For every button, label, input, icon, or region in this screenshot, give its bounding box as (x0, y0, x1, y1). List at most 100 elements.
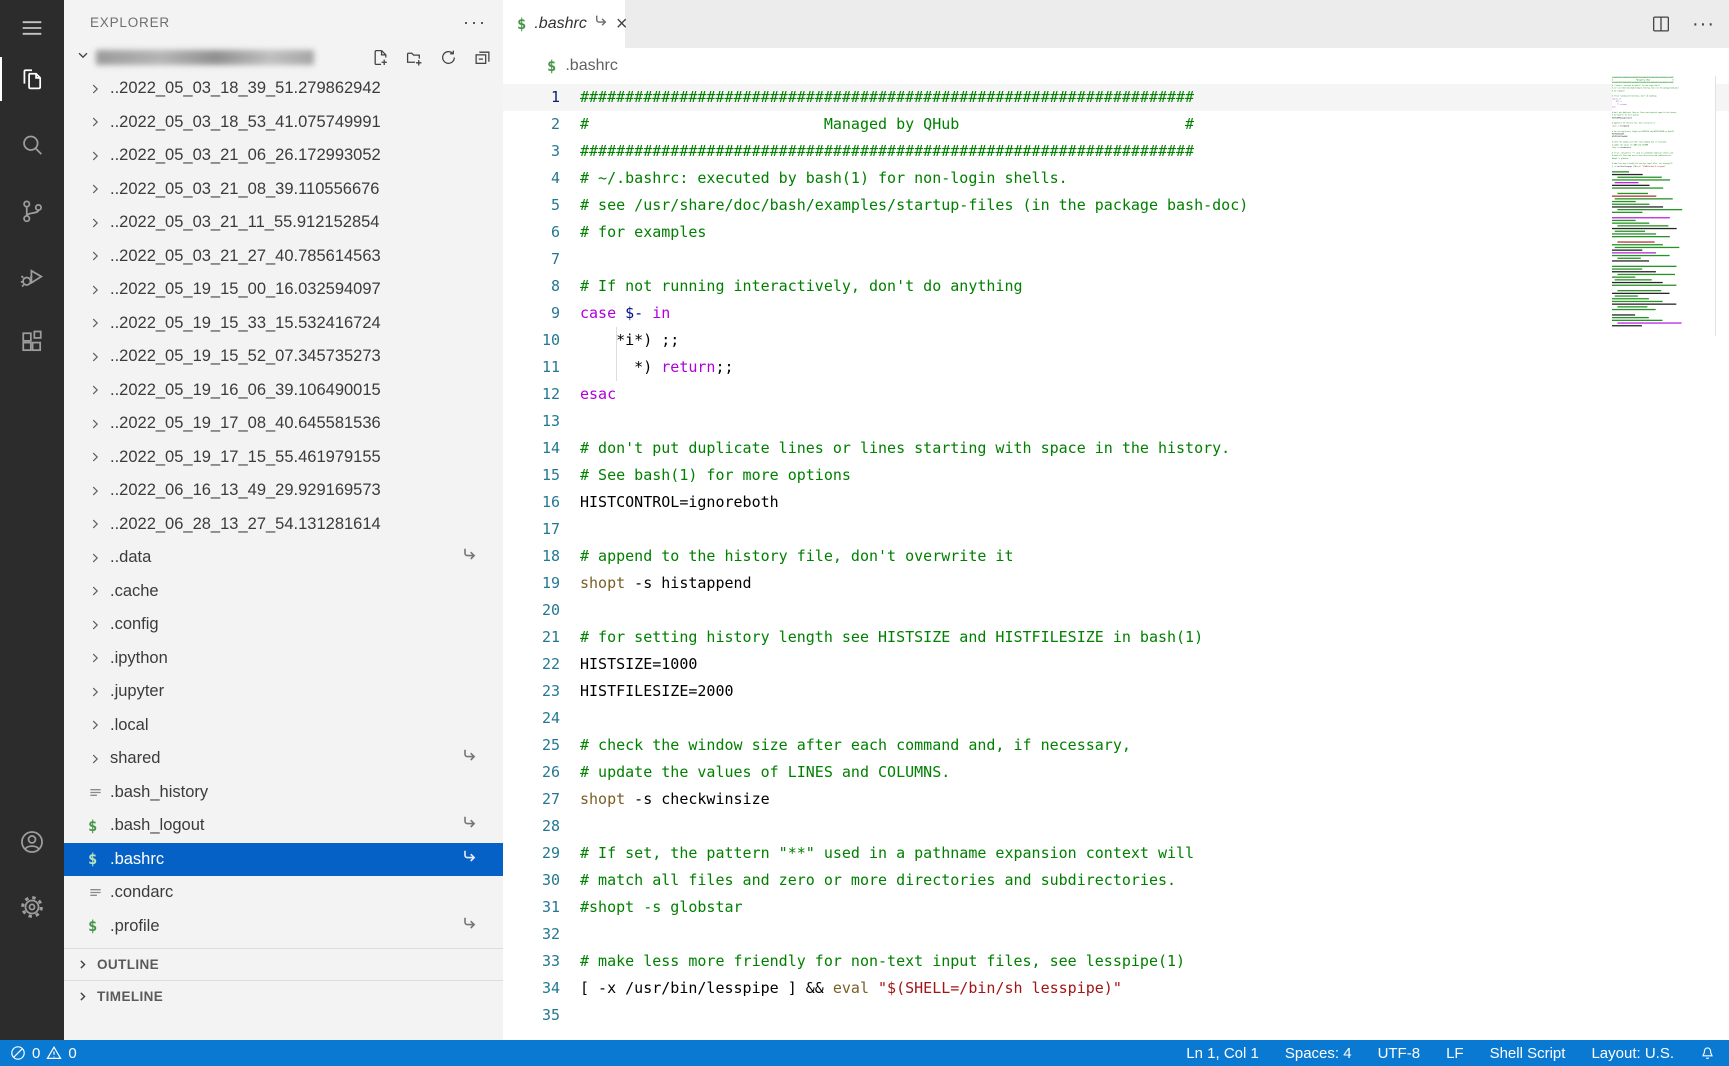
code-line-13[interactable]: 13 (503, 408, 1729, 435)
status-keyboard-layout[interactable]: Layout: U.S. (1591, 1045, 1674, 1062)
status-indentation[interactable]: Spaces: 4 (1285, 1045, 1352, 1062)
tree-item-.bash_logout[interactable]: $.bash_logout (64, 809, 503, 843)
code-line-16[interactable]: 16HISTCONTROL=ignoreboth (503, 489, 1729, 516)
menu-button[interactable] (0, 4, 64, 52)
tree-item-..2022_05_19_15_00_16.032594097[interactable]: ..2022_05_19_15_00_16.032594097 (64, 273, 503, 307)
code-line-33[interactable]: 33# make less more friendly for non-text… (503, 948, 1729, 975)
code-line-28[interactable]: 28 (503, 813, 1729, 840)
settings-button[interactable] (0, 883, 64, 931)
tree-item-..2022_05_03_21_11_55.912152854[interactable]: ..2022_05_03_21_11_55.912152854 (64, 206, 503, 240)
section-timeline[interactable]: TIMELINE (64, 980, 503, 1012)
code-line-7[interactable]: 7 (503, 246, 1729, 273)
new-file-icon[interactable] (372, 49, 389, 66)
sidebar-item-source-control[interactable] (0, 187, 64, 235)
tree-item-label: ..2022_05_19_15_52_07.345735273 (110, 347, 381, 366)
source-control-icon (18, 197, 46, 225)
sidebar-item-search[interactable] (0, 121, 64, 169)
status-cursor-position[interactable]: Ln 1, Col 1 (1186, 1045, 1259, 1062)
code-line-32[interactable]: 32 (503, 921, 1729, 948)
tree-item-.cache[interactable]: .cache (64, 575, 503, 609)
code-line-4[interactable]: 4# ~/.bashrc: executed by bash(1) for no… (503, 165, 1729, 192)
code-line-5[interactable]: 5# see /usr/share/doc/bash/examples/star… (503, 192, 1729, 219)
code-line-22[interactable]: 22HISTSIZE=1000 (503, 651, 1729, 678)
tree-item-..data[interactable]: ..data (64, 541, 503, 575)
tree-item-.config[interactable]: .config (64, 608, 503, 642)
code-line-9[interactable]: 9case $- in (503, 300, 1729, 327)
more-actions-icon[interactable]: ··· (1692, 20, 1715, 28)
close-icon[interactable]: × (616, 16, 628, 32)
code-line-11[interactable]: 11 *) return;; (503, 354, 1729, 381)
new-folder-icon[interactable] (406, 49, 423, 66)
tree-item-label: .config (110, 615, 159, 634)
section-outline[interactable]: OUTLINE (64, 948, 503, 980)
code-line-6[interactable]: 6# for examples (503, 219, 1729, 246)
code-line-27[interactable]: 27shopt -s checkwinsize (503, 786, 1729, 813)
minimap[interactable]: ########################################… (1612, 76, 1716, 336)
tree-item-.local[interactable]: .local (64, 709, 503, 743)
tree-item-shared[interactable]: shared (64, 742, 503, 776)
tree-item-..2022_05_19_17_08_40.645581536[interactable]: ..2022_05_19_17_08_40.645581536 (64, 407, 503, 441)
code-line-26[interactable]: 26# update the values of LINES and COLUM… (503, 759, 1729, 786)
tree-item-..2022_05_19_15_33_15.532416724[interactable]: ..2022_05_19_15_33_15.532416724 (64, 307, 503, 341)
status-eol[interactable]: LF (1446, 1045, 1464, 1062)
collapse-all-icon[interactable] (474, 49, 491, 66)
tree-item-.profile[interactable]: $.profile (64, 910, 503, 944)
code-line-15[interactable]: 15# See bash(1) for more options (503, 462, 1729, 489)
code-line-14[interactable]: 14# don't put duplicate lines or lines s… (503, 435, 1729, 462)
bell-icon[interactable] (1700, 1046, 1715, 1061)
code-line-35[interactable]: 35 (503, 1002, 1729, 1029)
sidebar-item-run-debug[interactable] (0, 252, 64, 300)
code-line-31[interactable]: 31#shopt -s globstar (503, 894, 1729, 921)
tree-item-..2022_05_19_17_15_55.461979155[interactable]: ..2022_05_19_17_15_55.461979155 (64, 441, 503, 475)
code-line-19[interactable]: 19shopt -s histappend (503, 570, 1729, 597)
split-editor-icon[interactable] (1650, 13, 1672, 35)
symlink-arrow-icon (461, 547, 477, 568)
tree-item-..2022_05_03_21_27_40.785614563[interactable]: ..2022_05_03_21_27_40.785614563 (64, 240, 503, 274)
code-line-24[interactable]: 24 (503, 705, 1729, 732)
tree-item-..2022_05_03_18_53_41.075749991[interactable]: ..2022_05_03_18_53_41.075749991 (64, 106, 503, 140)
tree-item-..2022_05_03_21_06_26.172993052[interactable]: ..2022_05_03_21_06_26.172993052 (64, 139, 503, 173)
explorer-more-button[interactable]: ··· (463, 17, 487, 27)
tree-item-..2022_06_16_13_49_29.929169573[interactable]: ..2022_06_16_13_49_29.929169573 (64, 474, 503, 508)
tree-item-.ipython[interactable]: .ipython (64, 642, 503, 676)
tree-item-.jupyter[interactable]: .jupyter (64, 675, 503, 709)
tree-item-.bash_history[interactable]: .bash_history (64, 776, 503, 810)
tree-item-..2022_05_03_18_39_51.279862942[interactable]: ..2022_05_03_18_39_51.279862942 (64, 72, 503, 106)
code-line-3[interactable]: 3#######################################… (503, 138, 1729, 165)
tab-bashrc[interactable]: $ .bashrc × (503, 0, 625, 48)
code-line-20[interactable]: 20 (503, 597, 1729, 624)
chevron-right-icon (88, 350, 102, 364)
code-line-8[interactable]: 8# If not running interactively, don't d… (503, 273, 1729, 300)
breadcrumb[interactable]: $ .bashrc (503, 48, 1729, 84)
code-line-10[interactable]: 10 *i*) ;; (503, 327, 1729, 354)
code-line-18[interactable]: 18# append to the history file, don't ov… (503, 543, 1729, 570)
account-button[interactable] (0, 818, 64, 866)
code-line-23[interactable]: 23HISTFILESIZE=2000 (503, 678, 1729, 705)
tree-item-.condarc[interactable]: .condarc (64, 876, 503, 910)
code-line-30[interactable]: 30# match all files and zero or more dir… (503, 867, 1729, 894)
status-language-mode[interactable]: Shell Script (1490, 1045, 1566, 1062)
tree-item-.bashrc[interactable]: $.bashrc (64, 843, 503, 877)
code-line-25[interactable]: 25# check the window size after each com… (503, 732, 1729, 759)
code-line-12[interactable]: 12esac (503, 381, 1729, 408)
tree-item-..2022_05_19_16_06_39.106490015[interactable]: ..2022_05_19_16_06_39.106490015 (64, 374, 503, 408)
sidebar-item-extensions[interactable] (0, 318, 64, 366)
code-line-1[interactable]: 1#######################################… (503, 84, 1729, 111)
code-line-21[interactable]: 21# for setting history length see HISTS… (503, 624, 1729, 651)
line-number: 22 (503, 651, 560, 678)
sidebar-item-explorer[interactable] (0, 55, 64, 103)
code-line-2[interactable]: 2# Managed by QHub # (503, 111, 1729, 138)
refresh-icon[interactable] (440, 49, 457, 66)
code-line-17[interactable]: 17 (503, 516, 1729, 543)
workspace-row[interactable] (64, 44, 503, 70)
code-editor[interactable]: 1#######################################… (503, 84, 1729, 1040)
problems-status[interactable]: 0 0 (10, 1040, 77, 1066)
tree-item-..2022_06_28_13_27_54.131281614[interactable]: ..2022_06_28_13_27_54.131281614 (64, 508, 503, 542)
tree-item-..2022_05_19_15_52_07.345735273[interactable]: ..2022_05_19_15_52_07.345735273 (64, 340, 503, 374)
status-bar: 0 0 Ln 1, Col 1 Spaces: 4 UTF-8 LF Shell Scr… (0, 1040, 1729, 1066)
code-line-34[interactable]: 34[ -x /usr/bin/lesspipe ] && eval "$(SH… (503, 975, 1729, 1002)
chevron-right-icon (88, 115, 102, 129)
code-line-29[interactable]: 29# If set, the pattern "**" used in a p… (503, 840, 1729, 867)
status-encoding[interactable]: UTF-8 (1378, 1045, 1421, 1062)
tree-item-..2022_05_03_21_08_39.110556676[interactable]: ..2022_05_03_21_08_39.110556676 (64, 173, 503, 207)
